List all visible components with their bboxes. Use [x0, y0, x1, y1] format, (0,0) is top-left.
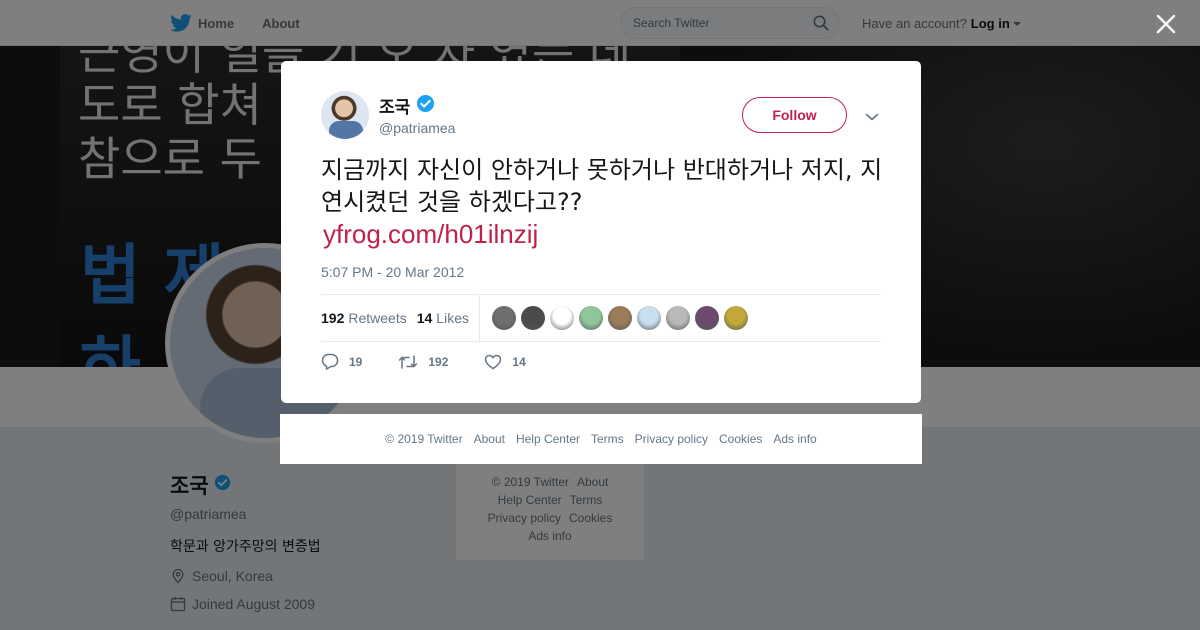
- heart-icon: [485, 354, 502, 369]
- tweet-body: 지금까지 자신이 안하거나 못하거나 반대하거나 저지, 지연시켰던 것을 하겠…: [321, 154, 886, 250]
- liker-avatar[interactable]: [520, 306, 545, 330]
- tweet-modal: 조국 @patriamea Follow 지금까지 자신이 안하거나 못하거나 …: [281, 61, 921, 403]
- retweets-stat[interactable]: 192 Retweets: [321, 310, 407, 326]
- like-button[interactable]: 14: [484, 354, 526, 370]
- footer-about-link[interactable]: About: [474, 432, 505, 446]
- close-icon[interactable]: [1154, 12, 1178, 36]
- retweets-label: Retweets: [348, 310, 407, 326]
- footer-ads-link[interactable]: Ads info: [773, 432, 816, 446]
- retweets-count: 192: [321, 310, 345, 326]
- reply-button[interactable]: 19: [321, 353, 362, 370]
- like-count: 14: [512, 354, 526, 369]
- reply-count: 19: [349, 354, 363, 369]
- reply-icon: [321, 353, 339, 370]
- footer-privacy-link[interactable]: Privacy policy: [635, 432, 708, 446]
- chevron-down-icon[interactable]: [865, 109, 879, 127]
- follow-button[interactable]: Follow: [742, 97, 847, 133]
- liker-avatar[interactable]: [549, 306, 574, 330]
- liker-avatar[interactable]: [723, 306, 748, 330]
- liker-avatars: [491, 306, 753, 330]
- liker-avatar[interactable]: [491, 306, 516, 330]
- tweet-author-name-row: 조국: [379, 93, 435, 118]
- liker-avatar[interactable]: [578, 306, 603, 330]
- verified-badge-icon: [416, 94, 435, 118]
- retweet-count: 192: [428, 354, 449, 369]
- retweet-icon: [399, 354, 418, 369]
- liker-avatar[interactable]: [607, 306, 632, 330]
- footer-terms-link[interactable]: Terms: [591, 432, 624, 446]
- retweet-button[interactable]: 192: [398, 354, 448, 370]
- liker-avatar[interactable]: [694, 306, 719, 330]
- tweet-author-name[interactable]: 조국: [379, 93, 410, 118]
- footer-cookies-link[interactable]: Cookies: [719, 432, 762, 446]
- modal-footer: © 2019 Twitter About Help Center Terms P…: [280, 414, 922, 464]
- tweet-author-handle[interactable]: @patriamea: [379, 120, 455, 136]
- likes-stat[interactable]: 14 Likes: [417, 310, 469, 326]
- likes-count: 14: [416, 310, 433, 326]
- liker-avatar[interactable]: [665, 306, 690, 330]
- footer-copyright: © 2019 Twitter: [385, 432, 463, 446]
- tweet-text: 지금까지 자신이 안하거나 못하거나 반대하거나 저지, 지연시켰던 것을 하겠…: [321, 156, 883, 216]
- stats-divider: [478, 294, 480, 342]
- tweet-author-avatar[interactable]: [321, 91, 369, 139]
- tweet-link[interactable]: yfrog.com/h01ilnzij: [321, 218, 886, 250]
- tweet-stats: 192 Retweets 14 Likes: [321, 294, 881, 342]
- tweet-timestamp[interactable]: 5:07 PM - 20 Mar 2012: [321, 264, 464, 280]
- avatar-shirt: [329, 121, 363, 139]
- tweet-actions: 19 192 14: [321, 353, 562, 370]
- likes-label: Likes: [436, 310, 469, 326]
- footer-help-link[interactable]: Help Center: [516, 432, 580, 446]
- liker-avatar[interactable]: [636, 306, 661, 330]
